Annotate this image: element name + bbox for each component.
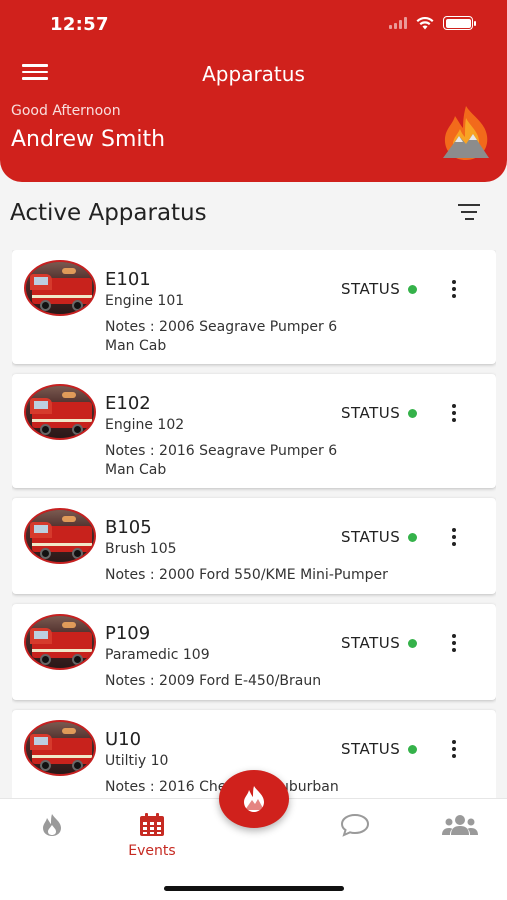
status-indicator[interactable]: STATUS — [341, 280, 418, 298]
apparatus-photo — [24, 508, 96, 564]
status-bar: 12:57 — [0, 12, 507, 38]
apparatus-code: B105 — [105, 517, 152, 538]
flame-icon — [43, 814, 61, 836]
apparatus-list: E101 Engine 101 Notes : 2006 Seagrave Pu… — [12, 250, 496, 798]
status-dot — [408, 284, 418, 294]
tab-flame[interactable] — [22, 813, 82, 861]
chat-bubble-icon — [340, 813, 370, 837]
more-options-icon[interactable] — [449, 634, 459, 652]
apparatus-name: Utiltiy 10 — [105, 753, 169, 769]
status-label: STATUS — [341, 280, 401, 298]
more-options-icon[interactable] — [449, 740, 459, 758]
calendar-icon — [140, 813, 164, 836]
apparatus-code: E102 — [105, 393, 151, 414]
apparatus-card[interactable]: E101 Engine 101 Notes : 2006 Seagrave Pu… — [12, 250, 496, 364]
status-dot — [408, 532, 418, 542]
flame-mountain-icon — [244, 786, 264, 812]
apparatus-notes: Notes : 2016 Seagrave Pumper 6 Man Cab — [105, 443, 338, 478]
flame-mountain-logo[interactable] — [439, 104, 493, 164]
tab-events[interactable]: Events — [122, 813, 182, 861]
status-indicator[interactable]: STATUS — [341, 404, 418, 422]
apparatus-photo — [24, 384, 96, 440]
apparatus-notes: Notes : 2009 Ford E-450/Braun — [105, 673, 322, 689]
status-dot — [408, 408, 418, 418]
flame-fab-button[interactable] — [219, 770, 289, 828]
more-options-icon[interactable] — [449, 280, 459, 298]
apparatus-card[interactable]: E102 Engine 102 Notes : 2016 Seagrave Pu… — [12, 374, 496, 488]
apparatus-photo — [24, 614, 96, 670]
apparatus-name: Brush 105 — [105, 541, 177, 557]
apparatus-name: Paramedic 109 — [105, 647, 210, 663]
more-options-icon[interactable] — [449, 528, 459, 546]
status-label: STATUS — [341, 528, 401, 546]
page-title: Apparatus — [202, 62, 305, 86]
user-name: Andrew Smith — [11, 127, 166, 152]
apparatus-photo — [24, 260, 96, 316]
apparatus-photo — [24, 720, 96, 776]
home-indicator — [164, 886, 344, 891]
app-header: 12:57 Apparatus Good Afternoon Andrew Sm… — [0, 0, 507, 182]
tab-members[interactable] — [430, 813, 490, 861]
apparatus-code: P109 — [105, 623, 151, 644]
more-options-icon[interactable] — [449, 404, 459, 422]
status-indicator[interactable]: STATUS — [341, 740, 418, 758]
section-title: Active Apparatus — [10, 200, 207, 226]
apparatus-card[interactable]: P109 Paramedic 109 Notes : 2009 Ford E-4… — [12, 604, 496, 700]
signal-icon — [389, 17, 407, 29]
status-icons — [389, 16, 476, 30]
status-label: STATUS — [341, 404, 401, 422]
apparatus-code: E101 — [105, 269, 151, 290]
apparatus-code: U10 — [105, 729, 142, 750]
status-dot — [408, 744, 418, 754]
wifi-icon — [416, 16, 434, 29]
tab-messages[interactable] — [325, 813, 385, 861]
apparatus-name: Engine 102 — [105, 417, 185, 433]
apparatus-notes: Notes : 2006 Seagrave Pumper 6 Man Cab — [105, 319, 338, 354]
status-dot — [408, 638, 418, 648]
apparatus-name: Engine 101 — [105, 293, 185, 309]
status-label: STATUS — [341, 740, 401, 758]
apparatus-card[interactable]: B105 Brush 105 Notes : 2000 Ford 550/KME… — [12, 498, 496, 594]
greeting-text: Good Afternoon — [11, 103, 121, 119]
status-label: STATUS — [341, 634, 401, 652]
tab-label: Events — [128, 843, 176, 859]
battery-icon — [443, 16, 476, 30]
users-icon — [442, 815, 478, 835]
status-time: 12:57 — [50, 14, 109, 35]
status-indicator[interactable]: STATUS — [341, 528, 418, 546]
apparatus-notes: Notes : 2000 Ford 550/KME Mini-Pumper — [105, 567, 388, 583]
status-indicator[interactable]: STATUS — [341, 634, 418, 652]
filter-icon[interactable] — [456, 204, 482, 224]
